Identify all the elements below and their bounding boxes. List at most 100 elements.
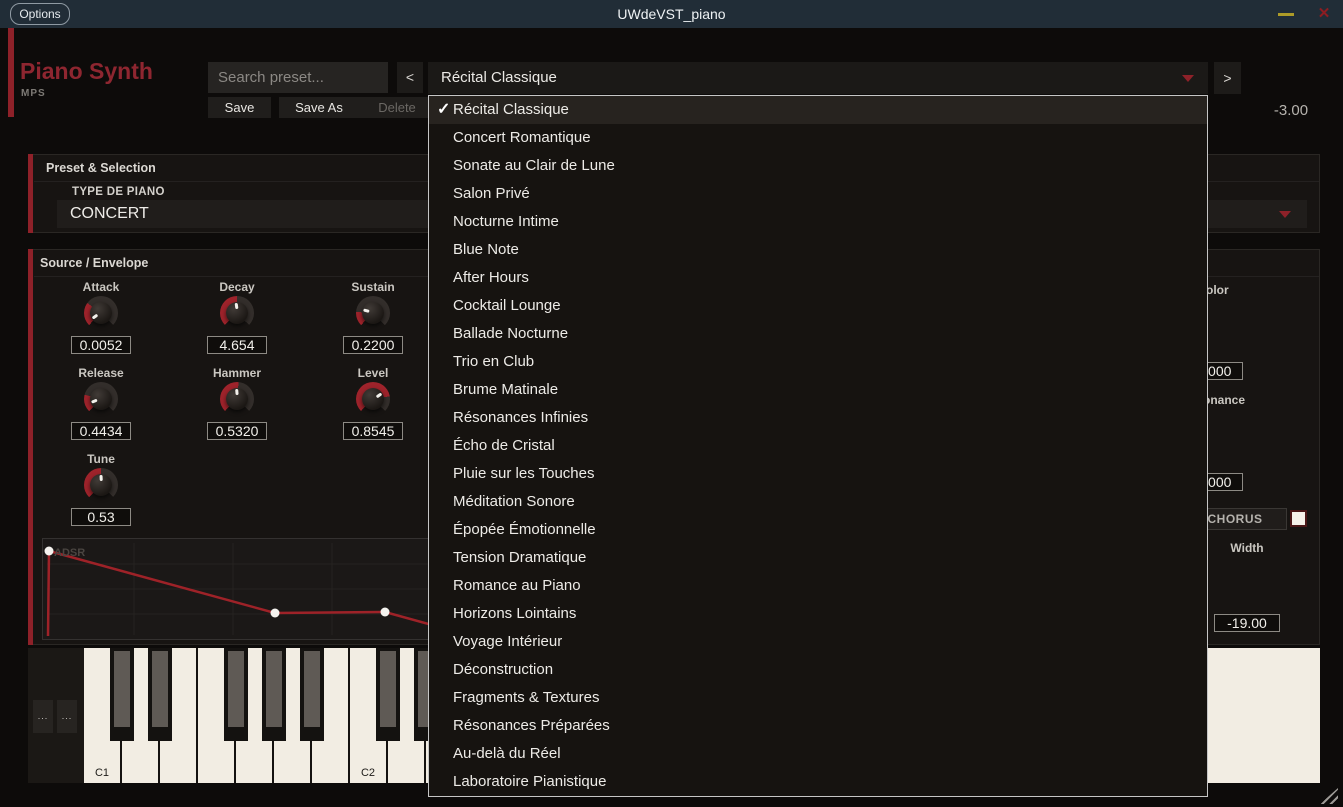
black-key-face <box>380 651 396 727</box>
search-input[interactable] <box>208 62 388 93</box>
black-key[interactable] <box>110 648 134 741</box>
preset-option-label: After Hours <box>453 269 529 286</box>
decay-knob-label: Decay <box>207 280 267 294</box>
preset-option[interactable]: After Hours <box>429 264 1207 292</box>
preset-option-label: Trio en Club <box>453 353 534 370</box>
plugin-window: UWdeVST_piano Options ✕ Piano Synth MPS … <box>0 0 1343 807</box>
keyboard-options-button-2[interactable]: ... <box>57 700 77 733</box>
prev-preset-button[interactable]: < <box>397 62 423 93</box>
black-key[interactable] <box>224 648 248 741</box>
panel-accent-bar <box>28 249 33 645</box>
plugin-logo: Piano Synth <box>20 58 153 85</box>
preset-option[interactable]: Blue Note <box>429 236 1207 264</box>
sustain-knob-label: Sustain <box>343 280 403 294</box>
black-key[interactable] <box>262 648 286 741</box>
preset-option[interactable]: Salon Privé <box>429 180 1207 208</box>
save-as-button[interactable]: Save As <box>279 97 359 118</box>
save-button[interactable]: Save <box>208 97 271 118</box>
preset-option[interactable]: Cocktail Lounge <box>429 292 1207 320</box>
preset-option-label: Nocturne Intime <box>453 213 559 230</box>
preset-option-label: Romance au Piano <box>453 577 581 594</box>
preset-option[interactable]: Concert Romantique <box>429 124 1207 152</box>
black-key-face <box>266 651 282 727</box>
preset-option[interactable]: Fragments & Textures <box>429 684 1207 712</box>
key-octave-label: C2 <box>350 767 386 779</box>
preset-dropdown-menu: ✓Récital ClassiqueConcert RomantiqueSona… <box>428 95 1208 797</box>
preset-option-label: Déconstruction <box>453 661 553 678</box>
preset-option[interactable]: ✓Récital Classique <box>429 96 1207 124</box>
hammer-knob[interactable] <box>220 382 254 416</box>
width-value-box[interactable]: -19.00 <box>1214 614 1280 632</box>
preset-option[interactable]: Au-delà du Réel <box>429 740 1207 768</box>
preset-option-label: Au-delà du Réel <box>453 745 561 762</box>
header-accent-bar <box>8 28 14 117</box>
sustain-value-box[interactable]: 0.2200 <box>343 336 403 354</box>
level-knob[interactable] <box>356 382 390 416</box>
preset-option[interactable]: Résonances Préparées <box>429 712 1207 740</box>
preset-option[interactable]: Sonate au Clair de Lune <box>429 152 1207 180</box>
envelope-panel-title: Source / Envelope <box>40 256 148 270</box>
preset-option[interactable]: Pluie sur les Touches <box>429 460 1207 488</box>
preset-panel-title: Preset & Selection <box>46 161 156 175</box>
preset-option-label: Voyage Intérieur <box>453 633 562 650</box>
preset-option[interactable]: Écho de Cristal <box>429 432 1207 460</box>
tune-knob-cell: Tune 0.53 <box>71 452 131 526</box>
close-icon[interactable]: ✕ <box>1313 4 1335 24</box>
tune-value-box[interactable]: 0.53 <box>71 508 131 526</box>
release-knob[interactable] <box>84 382 118 416</box>
preset-selector-value: Récital Classique <box>441 62 557 94</box>
decay-knob-cell: Decay 4.654 <box>207 280 267 354</box>
preset-option[interactable]: Épopée Émotionnelle <box>429 516 1207 544</box>
delete-button[interactable]: Delete <box>358 97 436 118</box>
black-key-face <box>228 651 244 727</box>
svg-text:ADSR: ADSR <box>54 547 85 559</box>
checkmark-icon: ✓ <box>437 96 450 124</box>
attack-knob[interactable] <box>84 296 118 330</box>
preset-option[interactable]: Tension Dramatique <box>429 544 1207 572</box>
attack-knob-cell: Attack 0.0052 <box>71 280 131 354</box>
piano-type-value: CONCERT <box>70 200 149 228</box>
preset-option[interactable]: Résonances Infinies <box>429 404 1207 432</box>
decay-value-box[interactable]: 4.654 <box>207 336 267 354</box>
sustain-knob[interactable] <box>356 296 390 330</box>
preset-option[interactable]: Voyage Intérieur <box>429 628 1207 656</box>
minimize-icon[interactable] <box>1278 13 1294 16</box>
black-key-face <box>152 651 168 727</box>
chevron-down-icon <box>1279 211 1291 218</box>
hammer-value-box[interactable]: 0.5320 <box>207 422 267 440</box>
preset-option-label: Horizons Lointains <box>453 605 576 622</box>
preset-option[interactable]: Nocturne Intime <box>429 208 1207 236</box>
knob-pointer <box>83 467 119 503</box>
level-knob-cell: Level 0.8545 <box>343 366 403 440</box>
tune-knob[interactable] <box>84 468 118 502</box>
resize-grip-icon[interactable] <box>1320 788 1338 804</box>
preset-option[interactable]: Trio en Club <box>429 348 1207 376</box>
black-key[interactable] <box>376 648 400 741</box>
chorus-checkbox[interactable] <box>1290 510 1307 527</box>
black-key-face <box>114 651 130 727</box>
knob-pointer <box>79 377 123 421</box>
preset-option-label: Laboratoire Pianistique <box>453 773 606 790</box>
release-value-box[interactable]: 0.4434 <box>71 422 131 440</box>
piano-type-label: TYPE DE PIANO <box>72 186 165 198</box>
black-key[interactable] <box>148 648 172 741</box>
keyboard-options-button-1[interactable]: ... <box>33 700 53 733</box>
release-knob-cell: Release 0.4434 <box>71 366 131 440</box>
preset-option[interactable]: Laboratoire Pianistique <box>429 768 1207 796</box>
attack-value-box[interactable]: 0.0052 <box>71 336 131 354</box>
preset-option[interactable]: Déconstruction <box>429 656 1207 684</box>
preset-selector[interactable]: Récital Classique <box>428 62 1208 94</box>
preset-option[interactable]: Brume Matinale <box>429 376 1207 404</box>
preset-option[interactable]: Horizons Lointains <box>429 600 1207 628</box>
black-key[interactable] <box>300 648 324 741</box>
plugin-logo-subtitle: MPS <box>21 88 46 99</box>
preset-option[interactable]: Méditation Sonore <box>429 488 1207 516</box>
options-button[interactable]: Options <box>10 3 70 25</box>
level-value-box[interactable]: 0.8545 <box>343 422 403 440</box>
next-preset-button[interactable]: > <box>1214 62 1241 94</box>
preset-option[interactable]: Romance au Piano <box>429 572 1207 600</box>
preset-option-label: Tension Dramatique <box>453 549 586 566</box>
knob-pointer <box>352 292 394 334</box>
preset-option[interactable]: Ballade Nocturne <box>429 320 1207 348</box>
decay-knob[interactable] <box>220 296 254 330</box>
